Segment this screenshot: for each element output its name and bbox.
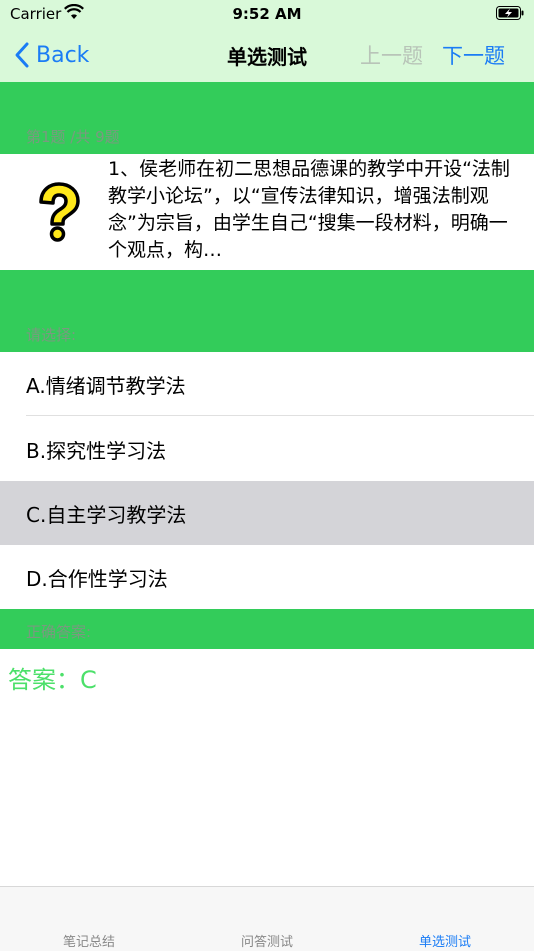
question-text: 1、侯老师在初二思想品德课的教学中开设“法制教学小论坛”，以“宣传法律知识，增强… <box>108 158 510 261</box>
options-prompt: 请选择: <box>26 326 77 344</box>
option-a[interactable]: A.情绪调节教学法 <box>0 352 534 416</box>
tab-qa-test[interactable]: 问答测试 <box>178 931 356 950</box>
next-question-button[interactable]: 下一题 <box>442 40 505 70</box>
options-header-band: 请选择: <box>0 270 534 352</box>
option-d[interactable]: D.合作性学习法 <box>0 545 534 609</box>
status-time: 9:52 AM <box>232 5 302 23</box>
battery-charging-icon <box>496 6 524 20</box>
question-area: 1、侯老师在初二思想品德课的教学中开设“法制教学小论坛”，以“宣传法律知识，增强… <box>0 154 534 270</box>
answer-header-band: 正确答案: <box>0 609 534 649</box>
correct-answer: 答案：C <box>8 666 97 694</box>
option-c[interactable]: C.自主学习教学法 <box>0 481 534 545</box>
tab-notes-summary[interactable]: 笔记总结 <box>0 931 178 950</box>
navigation-bar: Back 单选测试 上一题 下一题 <box>0 28 534 82</box>
option-label: B.探究性学习法 <box>26 438 167 463</box>
question-mark-icon <box>39 182 80 242</box>
status-bar: Carrier 9:52 AM <box>0 0 534 28</box>
tab-single-choice-test[interactable]: 单选测试 <box>356 931 534 950</box>
option-label: D.合作性学习法 <box>26 566 168 591</box>
previous-question-button[interactable]: 上一题 <box>360 40 423 70</box>
option-label: C.自主学习教学法 <box>26 502 187 527</box>
option-label: A.情绪调节教学法 <box>26 373 186 398</box>
divider <box>26 415 534 416</box>
option-b[interactable]: B.探究性学习法 <box>0 417 534 481</box>
tab-bar: 笔记总结 问答测试 单选测试 <box>0 886 534 951</box>
answer-heading: 正确答案: <box>26 623 92 641</box>
question-header-band: 第1题 /共 9题 <box>0 82 534 154</box>
question-counter: 第1题 /共 9题 <box>26 128 120 146</box>
